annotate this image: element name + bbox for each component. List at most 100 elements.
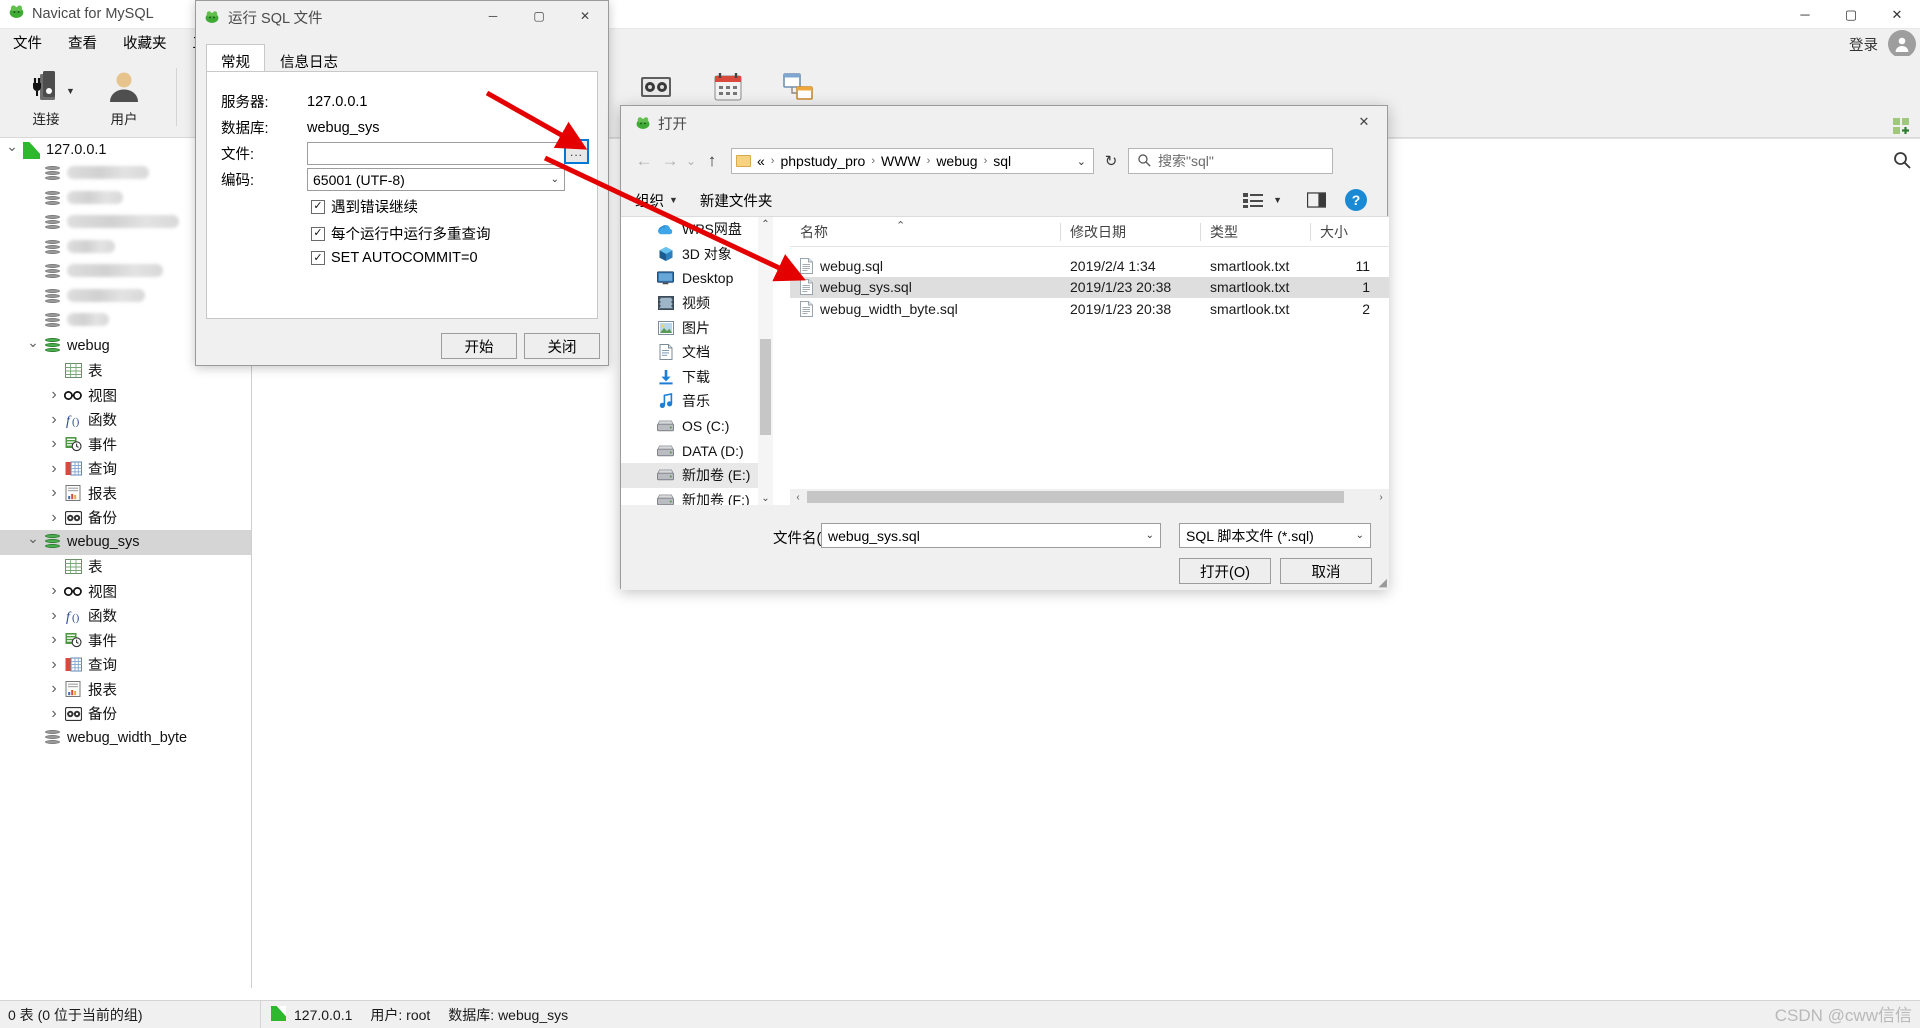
forward-button[interactable]: →: [657, 148, 683, 174]
avatar[interactable]: [1888, 30, 1916, 58]
chevron-down-icon[interactable]: [4, 142, 20, 159]
back-button[interactable]: ←: [631, 148, 657, 174]
places-scroll-thumb[interactable]: [760, 339, 771, 435]
checkbox-autocommit[interactable]: ✓ SET AUTOCOMMIT=0: [311, 250, 478, 266]
place-item-desktop[interactable]: Desktop: [621, 266, 773, 291]
column-header-name[interactable]: 名称 ⌃: [790, 217, 1060, 247]
tree-item-函数[interactable]: f()函数: [0, 604, 251, 629]
place-item--f-[interactable]: 新加卷 (F:): [621, 488, 773, 506]
column-header-size[interactable]: 大小: [1310, 217, 1380, 247]
tree-item-表[interactable]: 表: [0, 555, 251, 580]
tree-item-报表[interactable]: 报表: [0, 677, 251, 702]
chevron-right-icon[interactable]: [46, 607, 62, 625]
menu-item-favorites[interactable]: 收藏夹: [110, 30, 180, 55]
places-list[interactable]: WPS网盘 3D 对象 Desktop 视频 图片 文档 下载 音乐 OS (C:) DATA (…: [621, 217, 773, 506]
checkbox-continue-on-error-box[interactable]: ✓: [311, 199, 325, 214]
cancel-button[interactable]: 取消: [1280, 558, 1372, 584]
checkbox-multi-query[interactable]: ✓ 每个运行中运行多重查询: [311, 223, 491, 244]
new-folder-button[interactable]: 新建文件夹: [700, 190, 773, 211]
view-layout-icon[interactable]: [1239, 188, 1269, 212]
chevron-right-icon[interactable]: [46, 484, 62, 502]
chevron-right-icon[interactable]: [46, 582, 62, 600]
breadcrumb-part-0[interactable]: phpstudy_pro: [780, 153, 865, 169]
filetype-combo[interactable]: SQL 脚本文件 (*.sql) ⌄: [1179, 523, 1371, 548]
chevron-right-icon[interactable]: [46, 680, 62, 698]
place-item--[interactable]: 音乐: [621, 389, 773, 414]
hscroll-track[interactable]: [806, 489, 1373, 505]
tree-item-webug_sys[interactable]: webug_sys: [0, 530, 251, 555]
breadcrumb-part-1[interactable]: WWW: [881, 153, 921, 169]
place-item--[interactable]: 下载: [621, 365, 773, 390]
tree-item-视图[interactable]: 视图: [0, 383, 251, 408]
run-sql-close-button[interactable]: ✕: [562, 1, 608, 31]
breadcrumb-dropdown-icon[interactable]: ⌄: [1077, 155, 1086, 168]
run-sql-minimize-button[interactable]: ─: [470, 1, 516, 31]
start-button[interactable]: 开始: [441, 333, 517, 359]
scroll-right-icon[interactable]: ›: [1373, 492, 1389, 503]
place-item--[interactable]: 图片: [621, 315, 773, 340]
search-icon[interactable]: [1892, 150, 1912, 175]
chevron-right-icon[interactable]: [46, 656, 62, 674]
filename-input[interactable]: webug_sys.sql ⌄: [821, 523, 1161, 548]
organize-button[interactable]: 组织: [635, 190, 664, 211]
grid-add-icon[interactable]: [1892, 117, 1912, 142]
file-row[interactable]: webug.sql 2019/2/4 1:34 smartlook.txt 11: [790, 255, 1389, 277]
file-list-hscrollbar[interactable]: ‹ ›: [790, 489, 1389, 505]
chevron-down-icon[interactable]: [25, 338, 41, 355]
close-button[interactable]: ✕: [1874, 0, 1920, 29]
search-input[interactable]: 搜索"sql": [1158, 151, 1214, 171]
help-button[interactable]: ?: [1345, 189, 1367, 211]
tree-item-备份[interactable]: 备份: [0, 702, 251, 727]
place-item--[interactable]: 文档: [621, 340, 773, 365]
tree-item-查询[interactable]: 查询: [0, 653, 251, 678]
checkbox-autocommit-box[interactable]: ✓: [311, 251, 325, 265]
place-item--e-[interactable]: 新加卷 (E:): [621, 462, 773, 488]
chevron-right-icon[interactable]: [46, 705, 62, 723]
minimize-button[interactable]: ─: [1782, 0, 1828, 29]
place-item--[interactable]: 视频: [621, 291, 773, 316]
scroll-down-icon[interactable]: ⌄: [761, 491, 769, 506]
place-item-wps-[interactable]: WPS网盘: [621, 217, 773, 242]
file-path-input[interactable]: [307, 142, 565, 165]
toolbar-button-user[interactable]: 用户: [86, 62, 162, 128]
recent-locations-button[interactable]: ⌄: [683, 148, 699, 174]
login-label[interactable]: 登录: [1849, 34, 1878, 55]
place-item-os-c-[interactable]: OS (C:): [621, 414, 773, 439]
hscroll-thumb[interactable]: [807, 491, 1344, 503]
chevron-right-icon[interactable]: [46, 509, 62, 527]
scroll-left-icon[interactable]: ‹: [790, 492, 806, 503]
breadcrumb-part-3[interactable]: sql: [993, 153, 1011, 169]
encoding-combo[interactable]: 65001 (UTF-8) ⌄: [307, 168, 565, 191]
browse-file-button[interactable]: ...: [564, 139, 589, 164]
open-dialog-close-button[interactable]: ✕: [1341, 106, 1387, 138]
file-list[interactable]: 名称 ⌃ 修改日期 类型 大小 webug.sql 2019/2/4 1:34 sm…: [790, 217, 1389, 506]
places-scrollbar[interactable]: ⌃ ⌄: [758, 217, 773, 506]
view-dropdown-icon[interactable]: ▼: [1273, 195, 1282, 205]
resize-grip-icon[interactable]: ◢: [1379, 576, 1387, 589]
chevron-down-icon[interactable]: [25, 534, 41, 551]
place-item-3d-[interactable]: 3D 对象: [621, 242, 773, 267]
tree-item-webug_width_byte[interactable]: webug_width_byte: [0, 726, 251, 751]
close-dialog-button[interactable]: 关闭: [524, 333, 600, 359]
login-area[interactable]: 登录: [1849, 30, 1916, 58]
run-sql-maximize-button[interactable]: ▢: [516, 1, 562, 31]
scroll-up-icon[interactable]: ⌃: [761, 217, 769, 232]
tree-item-事件[interactable]: 事件: [0, 432, 251, 457]
up-button[interactable]: ↑: [699, 148, 725, 174]
menu-item-file[interactable]: 文件: [0, 30, 55, 55]
column-header-modified[interactable]: 修改日期: [1060, 217, 1200, 247]
tree-item-报表[interactable]: 报表: [0, 481, 251, 506]
column-header-type[interactable]: 类型: [1200, 217, 1310, 247]
chevron-right-icon[interactable]: [46, 386, 62, 404]
place-item-data-d-[interactable]: DATA (D:): [621, 438, 773, 463]
organize-dropdown-icon[interactable]: ▼: [669, 195, 678, 205]
tree-item-事件[interactable]: 事件: [0, 628, 251, 653]
tree-item-查询[interactable]: 查询: [0, 457, 251, 482]
checkbox-continue-on-error[interactable]: ✓ 遇到错误继续: [311, 196, 418, 217]
chevron-right-icon[interactable]: [46, 631, 62, 649]
breadcrumb-part-2[interactable]: webug: [936, 153, 977, 169]
chevron-down-icon[interactable]: ⌄: [1356, 530, 1364, 541]
tree-item-视图[interactable]: 视图: [0, 579, 251, 604]
preview-pane-icon[interactable]: [1301, 188, 1331, 212]
chevron-right-icon[interactable]: [46, 411, 62, 429]
